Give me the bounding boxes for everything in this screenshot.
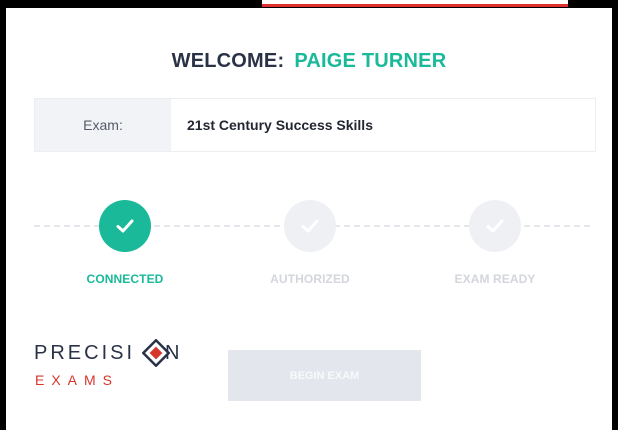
step-connected-check-icon [99, 200, 151, 252]
precision-exams-logo: PRECISI N EXAMS [34, 339, 194, 398]
logo-diamond-icon [142, 339, 170, 367]
welcome-heading: WELCOME: PAIGE TURNER [6, 50, 612, 80]
welcome-label: WELCOME: [171, 50, 285, 72]
logo-text-line2: EXAMS [35, 372, 120, 388]
exam-name: 21st Century Success Skills [187, 117, 373, 133]
begin-exam-button[interactable]: BEGIN EXAM [228, 350, 421, 401]
top-red-underline [262, 0, 568, 7]
step-label-exam-ready: EXAM READY [454, 272, 536, 286]
step-label-authorized: AUTHORIZED [270, 272, 350, 286]
user-name: PAIGE TURNER [294, 50, 447, 72]
window-right-border [612, 8, 618, 430]
step-label-connected: CONNECTED [86, 272, 164, 286]
exam-label: Exam: [35, 99, 171, 151]
step-authorized-check-icon [284, 200, 336, 252]
exam-info-row: Exam: 21st Century Success Skills [34, 98, 596, 152]
step-exam-ready-check-icon [469, 200, 521, 252]
